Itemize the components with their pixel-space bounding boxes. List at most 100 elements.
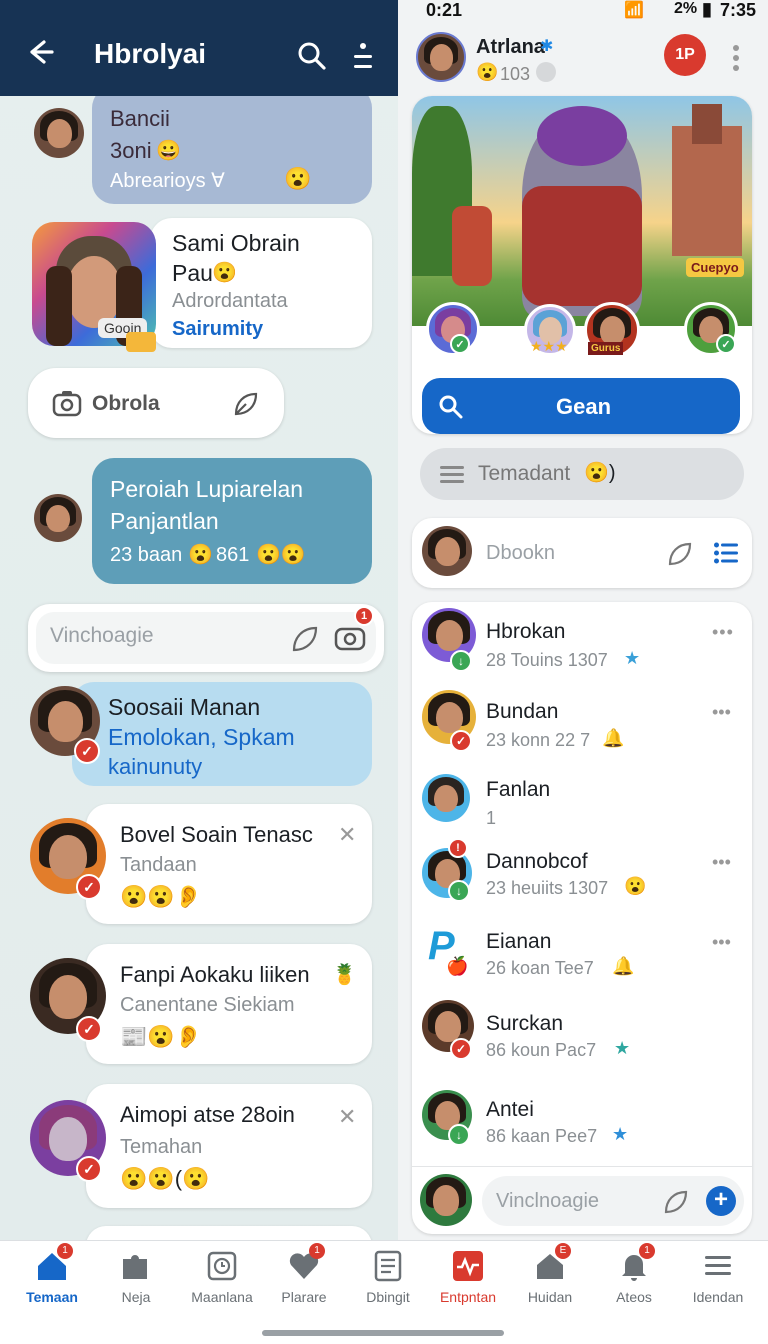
emoji-icon: 😮😮👂 xyxy=(120,884,203,909)
nav-label: Temaan xyxy=(26,1289,78,1305)
notification-title: Aimopi atse 28oin xyxy=(120,1102,295,1127)
sticker-icon[interactable] xyxy=(666,540,694,573)
verified-badge-icon: ✓ xyxy=(450,730,472,752)
message-line2: Panjantlan xyxy=(110,508,219,534)
overflow-menu-icon[interactable] xyxy=(350,38,376,79)
compose-input[interactable]: Vinclnoagie xyxy=(496,1190,599,1213)
filter-label: Temadant xyxy=(478,462,571,485)
avatar[interactable] xyxy=(34,494,82,542)
nav-item[interactable]: 1 Temaan xyxy=(10,1243,94,1305)
profile-name: Sami Obrain xyxy=(172,230,300,256)
avatar[interactable] xyxy=(34,108,84,158)
verified-badge-icon: ✓ xyxy=(74,738,100,764)
profile-avatar[interactable] xyxy=(416,32,466,82)
close-icon[interactable]: ✕ xyxy=(338,822,356,848)
search-icon xyxy=(438,394,464,425)
status-battery: 2% xyxy=(674,0,698,17)
home-indicator[interactable] xyxy=(262,1330,504,1336)
emoji-icon: 😮 xyxy=(624,876,647,896)
notification-title: Bovel Soain Tenasc xyxy=(120,822,313,847)
contact-name: Antei xyxy=(486,1098,534,1121)
contact-sub: 26 koan Tee7 xyxy=(486,958,594,978)
profile-link[interactable]: Sairumity xyxy=(172,318,263,341)
verified-badge-icon: ✓ xyxy=(76,1016,102,1042)
back-arrow-icon[interactable] xyxy=(22,34,58,70)
more-dots-icon[interactable]: ••• xyxy=(712,622,734,643)
contact-name: Hbrokan xyxy=(486,620,566,643)
highlight-title: Soosaii Manan xyxy=(108,694,261,720)
nav-item[interactable]: Maanlana xyxy=(180,1249,264,1305)
search-icon[interactable] xyxy=(296,40,328,77)
contact-sub: 28 Touins 1307 xyxy=(486,650,608,670)
heart-icon: 1 xyxy=(287,1243,325,1283)
sticker-icon[interactable] xyxy=(662,1188,690,1221)
message-stats2: 861 xyxy=(216,544,250,566)
game-banner-image[interactable] xyxy=(412,96,752,326)
star-icon: ★ xyxy=(614,1038,631,1058)
pin-badge-label: 1P xyxy=(675,46,695,63)
mini-label: Gurus xyxy=(588,342,624,355)
top-bubble-line1: Bancii xyxy=(110,106,170,131)
nav-item[interactable]: E Huidan xyxy=(508,1243,592,1305)
add-button[interactable]: + xyxy=(706,1186,736,1216)
star-icon: ★ xyxy=(612,1124,629,1144)
notification-pin-button[interactable]: 1P xyxy=(664,34,706,76)
status-dot xyxy=(536,62,556,82)
avatar[interactable] xyxy=(420,1174,472,1226)
nav-label: Huidan xyxy=(527,1289,573,1305)
message-input[interactable]: Vinchoagie xyxy=(50,624,154,648)
contact-search-input[interactable]: Dbookn xyxy=(486,542,555,565)
avatar[interactable] xyxy=(422,526,472,576)
stars-icon: ★★★ xyxy=(530,338,568,354)
more-dots-icon[interactable]: ••• xyxy=(712,702,731,723)
emoji-icon: 😮) xyxy=(584,462,616,484)
emoji-icon: 😮 xyxy=(476,62,499,82)
nav-item[interactable]: Entpntan xyxy=(426,1249,510,1305)
bottom-navigation: 1 Temaan Neja Maanlana 1 Plarare Dbingit… xyxy=(0,1240,768,1344)
verified-badge-icon: ✓ xyxy=(450,1038,472,1060)
emoji-icon: 😮😮 xyxy=(256,544,306,566)
stack-icon xyxy=(126,332,156,352)
highlight-link1[interactable]: Emolokan, Spkam xyxy=(108,724,295,751)
leaf-icon[interactable] xyxy=(232,390,260,423)
nav-item[interactable]: 1 Plarare xyxy=(262,1243,346,1305)
left-chat-pane: Bancii 3oni 😀 Abrearioys ∀ 😮 Gooin Sami … xyxy=(0,0,398,1240)
kebab-menu-icon[interactable] xyxy=(732,44,740,77)
nav-item[interactable]: Dbingit xyxy=(346,1249,430,1305)
close-icon[interactable]: ✕ xyxy=(338,1104,356,1130)
star-icon: ★ xyxy=(624,648,641,668)
nav-badge: 1 xyxy=(309,1243,325,1259)
notification-card-partial[interactable] xyxy=(86,1226,372,1240)
message-stats: 23 baan xyxy=(110,544,183,566)
nav-item[interactable]: Neja xyxy=(94,1249,178,1305)
contact-name: Eianan xyxy=(486,930,552,953)
avatar[interactable] xyxy=(422,774,470,822)
more-dots-icon[interactable]: ••• xyxy=(712,932,731,953)
emoji-icon: 😀 xyxy=(156,140,181,162)
divider xyxy=(412,1166,752,1167)
contact-sub: 86 koun Pac7 xyxy=(486,1040,597,1060)
nav-badge: 1 xyxy=(639,1243,655,1259)
clock-icon xyxy=(205,1249,239,1283)
nav-item[interactable]: Idendan xyxy=(676,1249,760,1305)
sticker-icon[interactable] xyxy=(290,624,320,659)
verified-icon: ✱ xyxy=(540,38,554,55)
camera-icon[interactable] xyxy=(52,388,82,423)
highlight-link2[interactable]: kainunuty xyxy=(108,754,202,780)
profile-sub: Adrordantata xyxy=(172,290,288,312)
emoji-icon: 😮 xyxy=(212,262,237,284)
filter-pill[interactable] xyxy=(420,448,744,500)
wifi-icon: 📶 xyxy=(624,2,644,19)
notification-title: Fanpi Aokaku liiken xyxy=(120,962,310,987)
puzzle-icon xyxy=(119,1249,153,1283)
camera-icon[interactable] xyxy=(334,622,366,657)
list-view-icon[interactable] xyxy=(714,542,738,569)
contact-sub: 1 xyxy=(486,808,497,828)
bell-icon: 🔔 xyxy=(612,956,635,976)
online-badge-icon: ↓ xyxy=(448,1124,470,1146)
nav-item[interactable]: 1 Ateos xyxy=(592,1243,676,1305)
more-dots-icon[interactable]: ••• xyxy=(712,852,731,873)
nav-label: Plarare xyxy=(281,1289,327,1305)
profile-count: 103 xyxy=(500,64,531,84)
nav-label: Ateos xyxy=(616,1289,652,1305)
